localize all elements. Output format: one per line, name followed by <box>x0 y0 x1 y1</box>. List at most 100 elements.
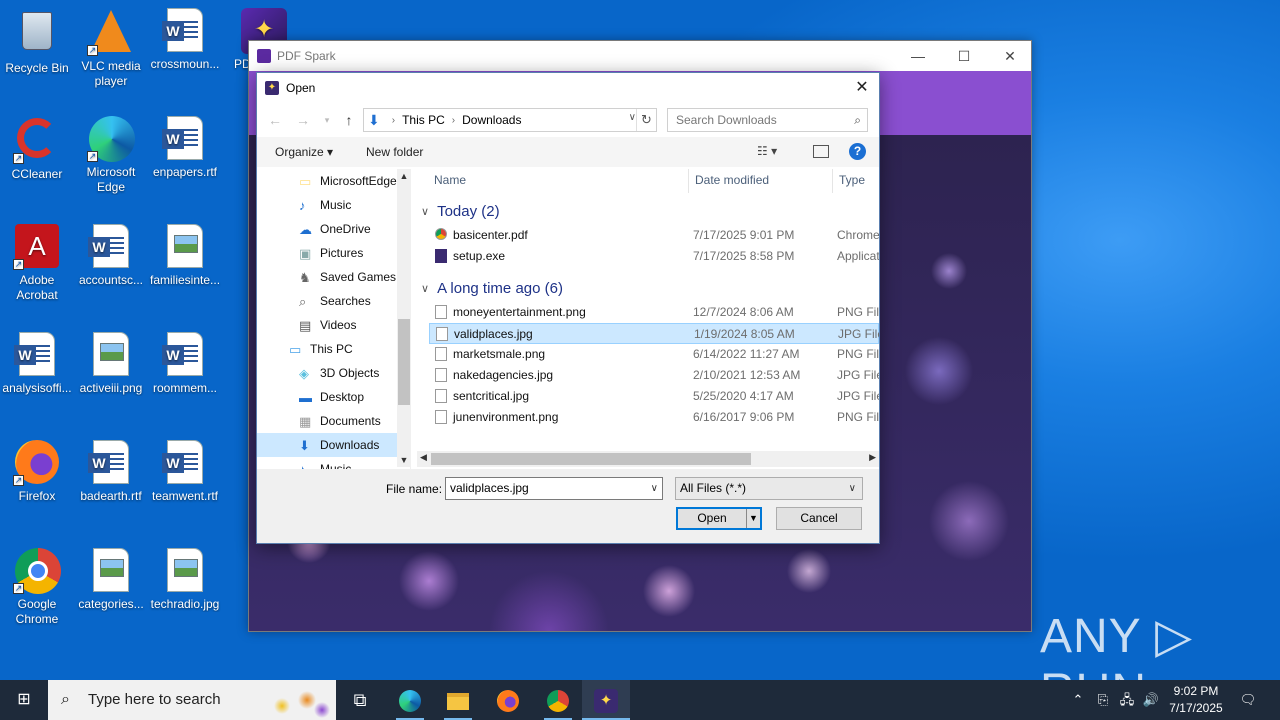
desktop-icon-crossmoun[interactable]: W crossmoun... <box>148 8 222 72</box>
minimize-button[interactable]: — <box>895 41 941 71</box>
dialog-close-button[interactable]: ✕ <box>851 77 873 99</box>
open-button[interactable]: Open ▼ <box>676 507 762 530</box>
taskbar-clock[interactable]: 9:02 PM 7/17/2025 <box>1158 683 1234 717</box>
up-arrow-icon[interactable]: ↑ <box>339 111 359 129</box>
taskbar-file-explorer-icon[interactable] <box>434 680 482 720</box>
view-options-icon[interactable]: ☷ ▾ <box>757 144 777 158</box>
file-row[interactable]: setup.exe 7/17/2025 8:58 PM Applicat <box>429 246 879 267</box>
taskbar-firefox-icon[interactable] <box>484 680 532 720</box>
help-icon[interactable]: ? <box>849 143 866 160</box>
scroll-down-icon[interactable]: ▼ <box>397 455 411 465</box>
scroll-right-icon[interactable]: ▶ <box>869 452 876 463</box>
nav-item[interactable]: ◈ 3D Objects <box>257 361 397 385</box>
meet-now-icon[interactable]: ⎘ <box>1092 680 1114 720</box>
taskbar-pdf-spark-icon[interactable]: ✦ <box>582 680 630 720</box>
nav-item-label: 3D Objects <box>320 366 380 380</box>
file-name-dropdown-icon[interactable]: ∨ <box>651 478 658 499</box>
desktop-icon-recycle-bin[interactable]: Recycle Bin <box>0 8 74 76</box>
desktop-icon-firefox[interactable]: ↗ Firefox <box>0 440 74 504</box>
file-row[interactable]: moneyentertainment.png 12/7/2024 8:06 AM P… <box>429 302 879 323</box>
desktop-icon-enpapers[interactable]: W enpapers.rtf <box>148 116 222 180</box>
nav-item-label: OneDrive <box>320 222 371 236</box>
file-type-select[interactable]: All Files (*.*) ∨ <box>675 477 863 500</box>
windows-start-icon[interactable]: ⊞ <box>0 680 48 720</box>
refresh-icon[interactable]: ↻ <box>636 109 656 131</box>
desktop-icon-categories[interactable]: categories... <box>74 548 148 612</box>
open-split-dropdown-icon[interactable]: ▼ <box>746 509 760 528</box>
taskbar-chrome-icon[interactable] <box>534 680 582 720</box>
desktop-icon-accountsc[interactable]: W accountsc... <box>74 224 148 288</box>
horizontal-scrollbar-thumb[interactable] <box>431 453 751 465</box>
nav-item[interactable]: ▣ Pictures <box>257 241 397 265</box>
file-row[interactable]: sentcritical.jpg 5/25/2020 4:17 AM JPG Fil… <box>429 386 879 407</box>
desktop-icon-roommem[interactable]: W roommem... <box>148 332 222 396</box>
file-group-header[interactable]: ∨ A long time ago (6) <box>421 280 563 297</box>
file-row[interactable]: validplaces.jpg 1/19/2024 8:05 AM JPG File <box>429 323 879 344</box>
nav-item[interactable]: ⬇ Downloads <box>257 433 397 457</box>
desktop-icon-adobe-acrobat[interactable]: A ↗ Adobe Acrobat <box>0 224 74 303</box>
search-box[interactable]: Search Downloads ⌕ <box>667 108 868 132</box>
nav-item[interactable]: ⌕ Searches <box>257 289 397 313</box>
file-row[interactable]: marketsmale.png 6/14/2022 11:27 AM PNG Fil… <box>429 344 879 365</box>
organize-button[interactable]: Organize ▾ <box>275 145 333 159</box>
desktop-icon-techradio[interactable]: techradio.jpg <box>148 548 222 612</box>
nav-item[interactable]: ☁ OneDrive <box>257 217 397 241</box>
desktop-icon-activeiii[interactable]: activeiii.png <box>74 332 148 396</box>
desktop-icon-analysisoffi[interactable]: W analysisoffi... <box>0 332 74 396</box>
taskbar-edge-icon[interactable] <box>386 680 434 720</box>
notification-icon[interactable]: 🗨 <box>1236 680 1260 720</box>
back-arrow-icon[interactable]: ← <box>265 111 285 129</box>
file-row[interactable]: nakedagencies.jpg 2/10/2021 12:53 AM JPG F… <box>429 365 879 386</box>
network-icon[interactable]: 🖧 <box>1116 680 1138 720</box>
file-type: JPG File <box>837 389 879 403</box>
forward-arrow-icon[interactable]: → <box>293 111 313 129</box>
desktop-icon-google-chrome[interactable]: ↗ Google Chrome <box>0 548 74 627</box>
file-type-dropdown-icon[interactable]: ∨ <box>849 478 856 499</box>
cancel-button[interactable]: Cancel <box>776 507 862 530</box>
nav-item[interactable]: ♞ Saved Games <box>257 265 397 289</box>
navigation-scrollbar[interactable]: ▲ ▼ <box>397 169 411 467</box>
scroll-left-icon[interactable]: ◀ <box>420 452 427 463</box>
address-dropdown-icon[interactable]: ∨ <box>629 112 636 123</box>
search-placeholder: Search Downloads <box>676 113 777 127</box>
address-bar[interactable]: ⬇ › This PC › Downloads ∨ ↻ <box>363 108 657 132</box>
desktop-icon-familiesinte[interactable]: familiesinte... <box>148 224 222 288</box>
preview-pane-icon[interactable] <box>813 145 829 158</box>
file-row[interactable]: basicenter.pdf 7/17/2025 9:01 PM Chrome <box>429 225 879 246</box>
file-list-horizontal-scrollbar[interactable]: ◀ ▶ <box>417 451 879 467</box>
file-row[interactable]: junenvironment.png 6/16/2017 9:06 PM PNG F… <box>429 407 879 428</box>
nav-item[interactable]: ▭ This PC <box>257 337 397 361</box>
desktop-icon-ccleaner[interactable]: ↗ CCleaner <box>0 116 74 182</box>
close-button[interactable]: ✕ <box>987 41 1033 71</box>
breadcrumb-downloads[interactable]: Downloads <box>462 113 521 127</box>
pdf-file-icon <box>435 228 447 240</box>
column-header-type[interactable]: Type <box>839 173 865 187</box>
scroll-up-icon[interactable]: ▲ <box>397 171 411 181</box>
nav-item[interactable]: ♪ Music <box>257 193 397 217</box>
column-divider[interactable] <box>832 169 833 193</box>
task-view-icon[interactable]: ⧉ <box>336 680 384 720</box>
desktop-icon-badearth[interactable]: W badearth.rtf <box>74 440 148 504</box>
new-folder-button[interactable]: New folder <box>366 145 423 159</box>
breadcrumb-this-pc[interactable]: This PC <box>402 113 445 127</box>
nav-item[interactable]: ▤ Videos <box>257 313 397 337</box>
documents-icon: ▦ <box>299 413 312 429</box>
nav-item[interactable]: ▬ Desktop <box>257 385 397 409</box>
recent-locations-chevron-icon[interactable]: ▾ <box>317 111 337 129</box>
image-file-icon <box>89 332 133 378</box>
desktop-icon-microsoft-edge[interactable]: ↗ Microsoft Edge <box>74 116 148 195</box>
taskbar-search-box[interactable]: ⌕ Type here to search <box>48 680 336 720</box>
desktop-icon-teamwent[interactable]: W teamwent.rtf <box>148 440 222 504</box>
desktop-icon-vlc[interactable]: ↗ VLC media player <box>74 8 148 89</box>
maximize-button[interactable]: ☐ <box>941 41 987 71</box>
file-name-input[interactable]: validplaces.jpg ∨ <box>445 477 663 500</box>
nav-item[interactable]: ▦ Documents <box>257 409 397 433</box>
show-hidden-icons-chevron-icon[interactable]: ⌃ <box>1068 680 1088 720</box>
column-header-date-modified[interactable]: Date modified <box>695 173 769 187</box>
column-divider[interactable] <box>688 169 689 193</box>
file-group-header[interactable]: ∨ Today (2) <box>421 203 500 220</box>
column-header-name[interactable]: Name <box>434 173 466 187</box>
nav-item[interactable]: ♪ Music <box>257 457 397 469</box>
nav-item[interactable]: ▭ MicrosoftEdge <box>257 169 397 193</box>
scrollbar-thumb[interactable] <box>398 319 410 405</box>
